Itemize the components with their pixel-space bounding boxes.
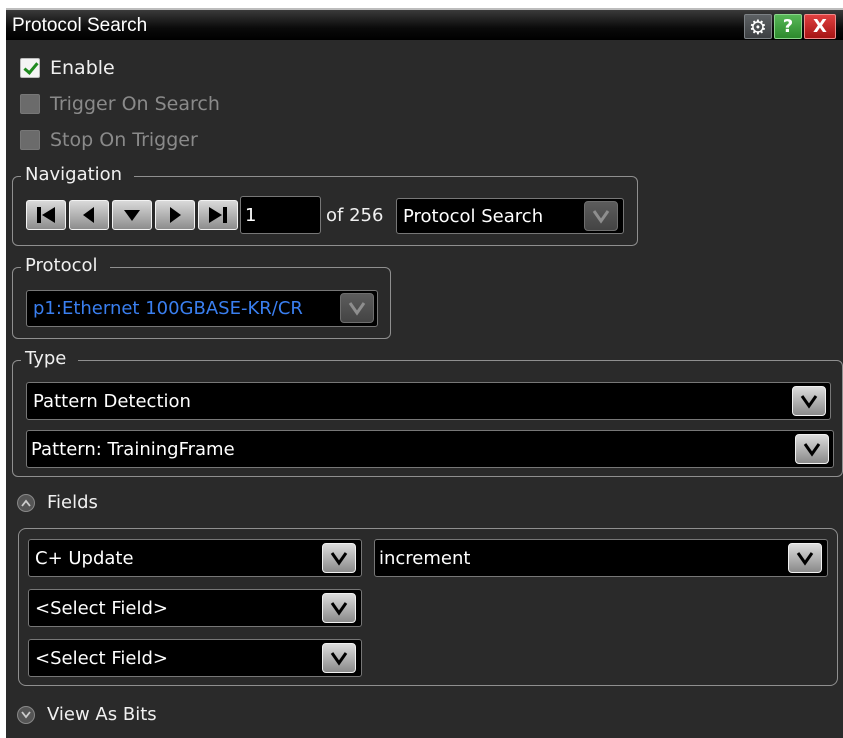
chevron-down-icon	[21, 711, 31, 719]
arrow-right-icon	[170, 207, 181, 223]
chevron-down-icon	[348, 302, 366, 316]
search-type-select[interactable]: Pattern Detection	[26, 382, 831, 420]
skip-last-icon	[209, 207, 227, 223]
view-as-bits-label: View As Bits	[47, 704, 157, 725]
type-legend: Type	[21, 347, 79, 371]
view-as-bits-expand-toggle[interactable]	[17, 706, 35, 724]
protocol-select[interactable]: p1:Ethernet 100GBASE-KR/CR	[26, 290, 378, 327]
nav-last-button[interactable]	[198, 200, 238, 230]
field-3-value: <Select Field>	[35, 647, 168, 669]
pattern-value: Pattern: TrainingFrame	[31, 438, 235, 460]
field-3-dropdown-arrow[interactable]	[322, 643, 356, 673]
fields-collapse-toggle[interactable]	[17, 494, 35, 512]
navigation-legend: Navigation	[21, 163, 135, 187]
field-1-value-dropdown-arrow[interactable]	[788, 543, 822, 573]
trigger-on-search-label: Trigger On Search	[50, 93, 220, 115]
field-1-value-select[interactable]: increment	[374, 539, 828, 577]
chevron-up-icon	[21, 499, 31, 507]
chevron-down-icon	[330, 652, 348, 666]
chevron-down-icon	[803, 443, 821, 457]
chevron-down-icon	[330, 602, 348, 616]
nav-previous-button[interactable]	[69, 200, 109, 230]
title-bar: Protocol Search ⚙ ? X	[6, 8, 843, 40]
search-type-value: Pattern Detection	[33, 390, 191, 412]
trigger-on-search-checkbox[interactable]	[20, 94, 40, 114]
field-1-value: C+ Update	[35, 547, 134, 569]
chevron-down-icon	[592, 210, 610, 224]
chevron-down-icon	[796, 552, 814, 566]
search-type-dropdown-arrow[interactable]	[792, 386, 826, 416]
fields-label: Fields	[47, 492, 98, 513]
pattern-select[interactable]: Pattern: TrainingFrame	[26, 430, 834, 468]
stop-on-trigger-row[interactable]: Stop On Trigger	[20, 127, 198, 153]
protocol-selected-value: p1:Ethernet 100GBASE-KR/CR	[33, 298, 303, 319]
field-1-select[interactable]: C+ Update	[28, 539, 362, 577]
close-icon[interactable]: X	[804, 14, 836, 39]
chevron-down-icon	[330, 552, 348, 566]
field-1-dropdown-arrow[interactable]	[322, 543, 356, 573]
enable-checkbox-row[interactable]: Enable	[20, 55, 115, 81]
nav-next-button[interactable]	[155, 200, 195, 230]
gear-icon[interactable]: ⚙	[744, 14, 772, 39]
trigger-on-search-row[interactable]: Trigger On Search	[20, 91, 220, 117]
skip-first-icon	[37, 207, 55, 223]
arrow-down-icon	[124, 210, 140, 221]
field-1-value-text: increment	[379, 547, 471, 569]
arrow-left-icon	[83, 207, 94, 223]
field-2-dropdown-arrow[interactable]	[322, 593, 356, 623]
nav-source-value: Protocol Search	[403, 205, 544, 227]
protocol-search-panel: Protocol Search ⚙ ? X Enable Trigger On …	[6, 8, 843, 738]
field-2-select[interactable]: <Select Field>	[28, 589, 362, 627]
protocol-dropdown-arrow[interactable]	[340, 293, 374, 323]
chevron-down-icon	[800, 395, 818, 409]
nav-index-input[interactable]: 1	[240, 196, 321, 234]
window-title: Protocol Search	[12, 15, 148, 36]
pattern-dropdown-arrow[interactable]	[795, 434, 829, 464]
help-icon[interactable]: ?	[774, 14, 802, 39]
nav-total-label: of 256	[326, 205, 384, 226]
field-2-value: <Select Field>	[35, 597, 168, 619]
enable-label: Enable	[50, 57, 115, 79]
protocol-legend: Protocol	[21, 254, 110, 278]
nav-down-button[interactable]	[112, 200, 152, 230]
stop-on-trigger-label: Stop On Trigger	[50, 129, 198, 151]
enable-checkbox[interactable]	[20, 58, 40, 78]
field-3-select[interactable]: <Select Field>	[28, 639, 362, 677]
nav-first-button[interactable]	[26, 200, 66, 230]
stop-on-trigger-checkbox[interactable]	[20, 130, 40, 150]
nav-source-dropdown-arrow[interactable]	[584, 201, 618, 231]
nav-index-value: 1	[245, 204, 257, 226]
